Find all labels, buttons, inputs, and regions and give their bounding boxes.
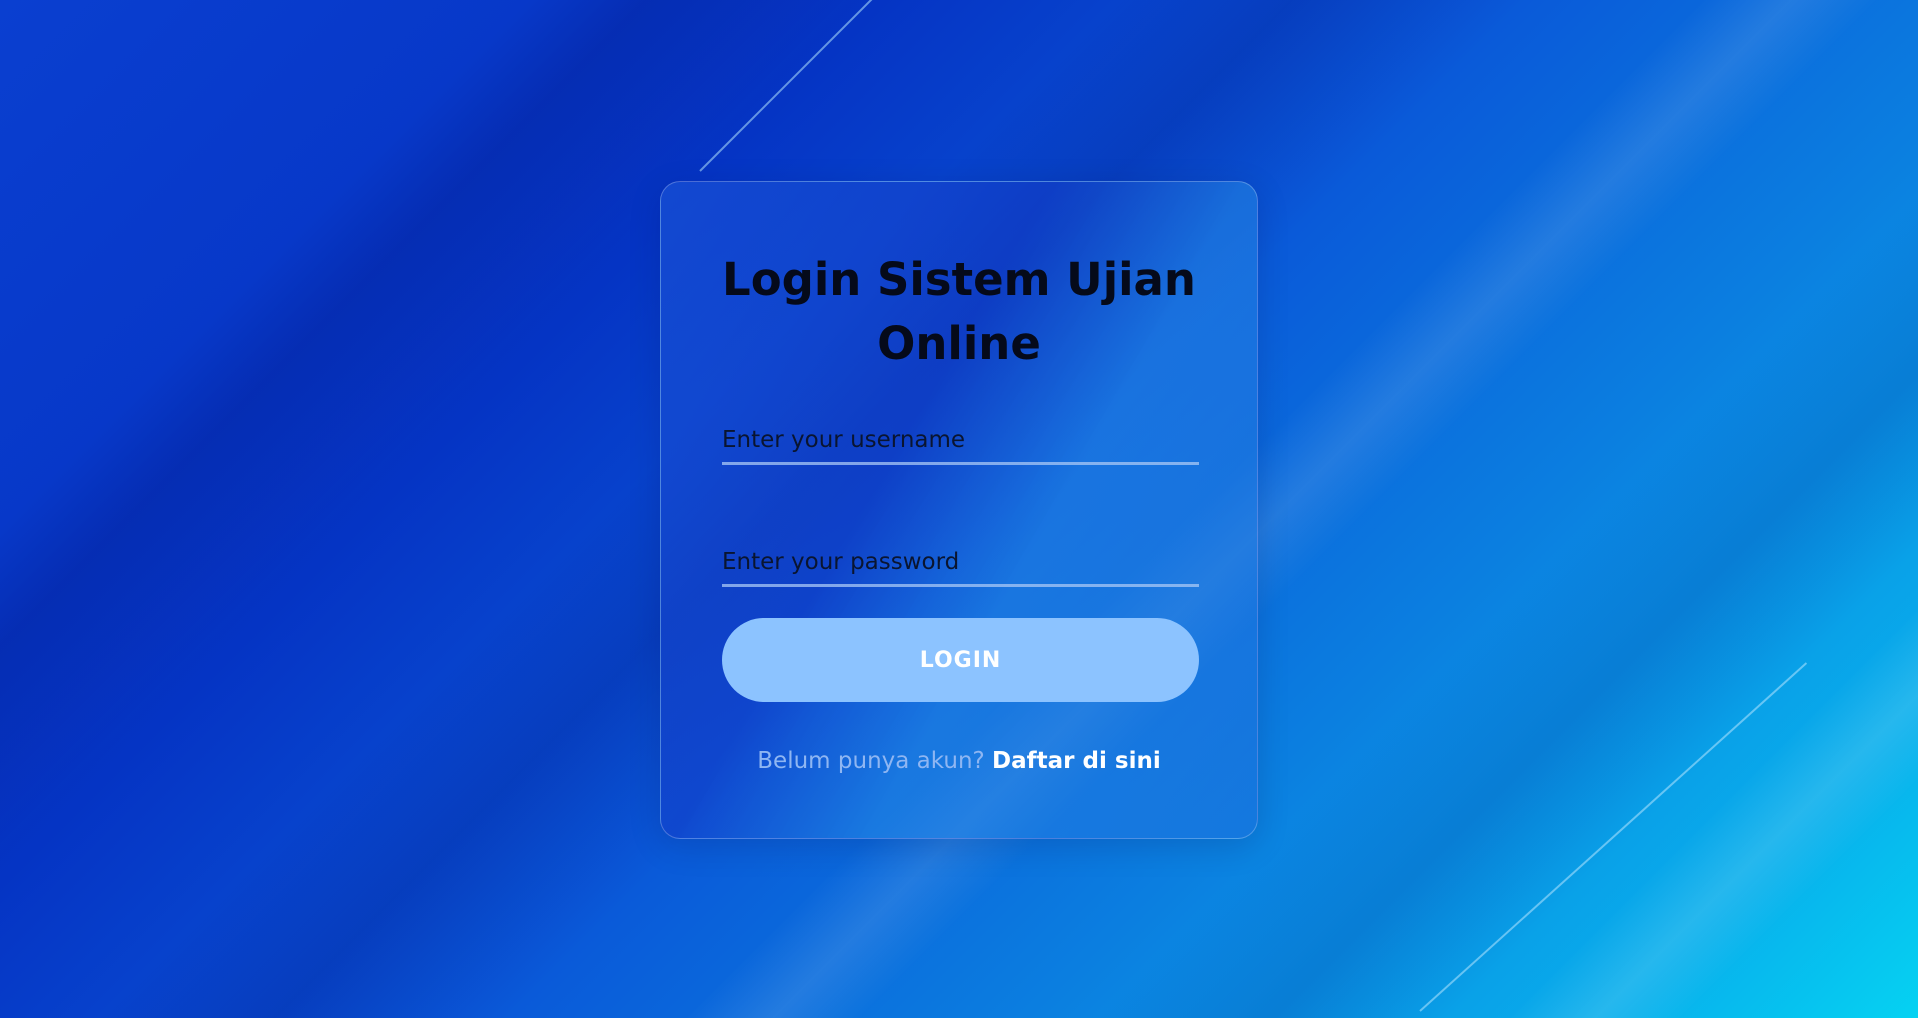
password-input[interactable] <box>722 540 1199 584</box>
page-title: Login Sistem Ujian Online <box>722 253 1196 370</box>
background-highlight-line <box>699 0 885 172</box>
username-field <box>722 418 1199 465</box>
background-highlight-line <box>1419 662 1808 1012</box>
password-field <box>722 540 1199 587</box>
login-button[interactable]: LOGIN <box>722 618 1199 702</box>
username-input[interactable] <box>722 418 1199 462</box>
register-prompt-text: Belum punya akun? <box>757 748 993 774</box>
register-link[interactable]: Daftar di sini <box>992 748 1161 774</box>
login-card: Login Sistem Ujian Online LOGIN Belum pu… <box>660 181 1258 839</box>
register-prompt-line: Belum punya akun? Daftar di sini <box>661 748 1257 774</box>
